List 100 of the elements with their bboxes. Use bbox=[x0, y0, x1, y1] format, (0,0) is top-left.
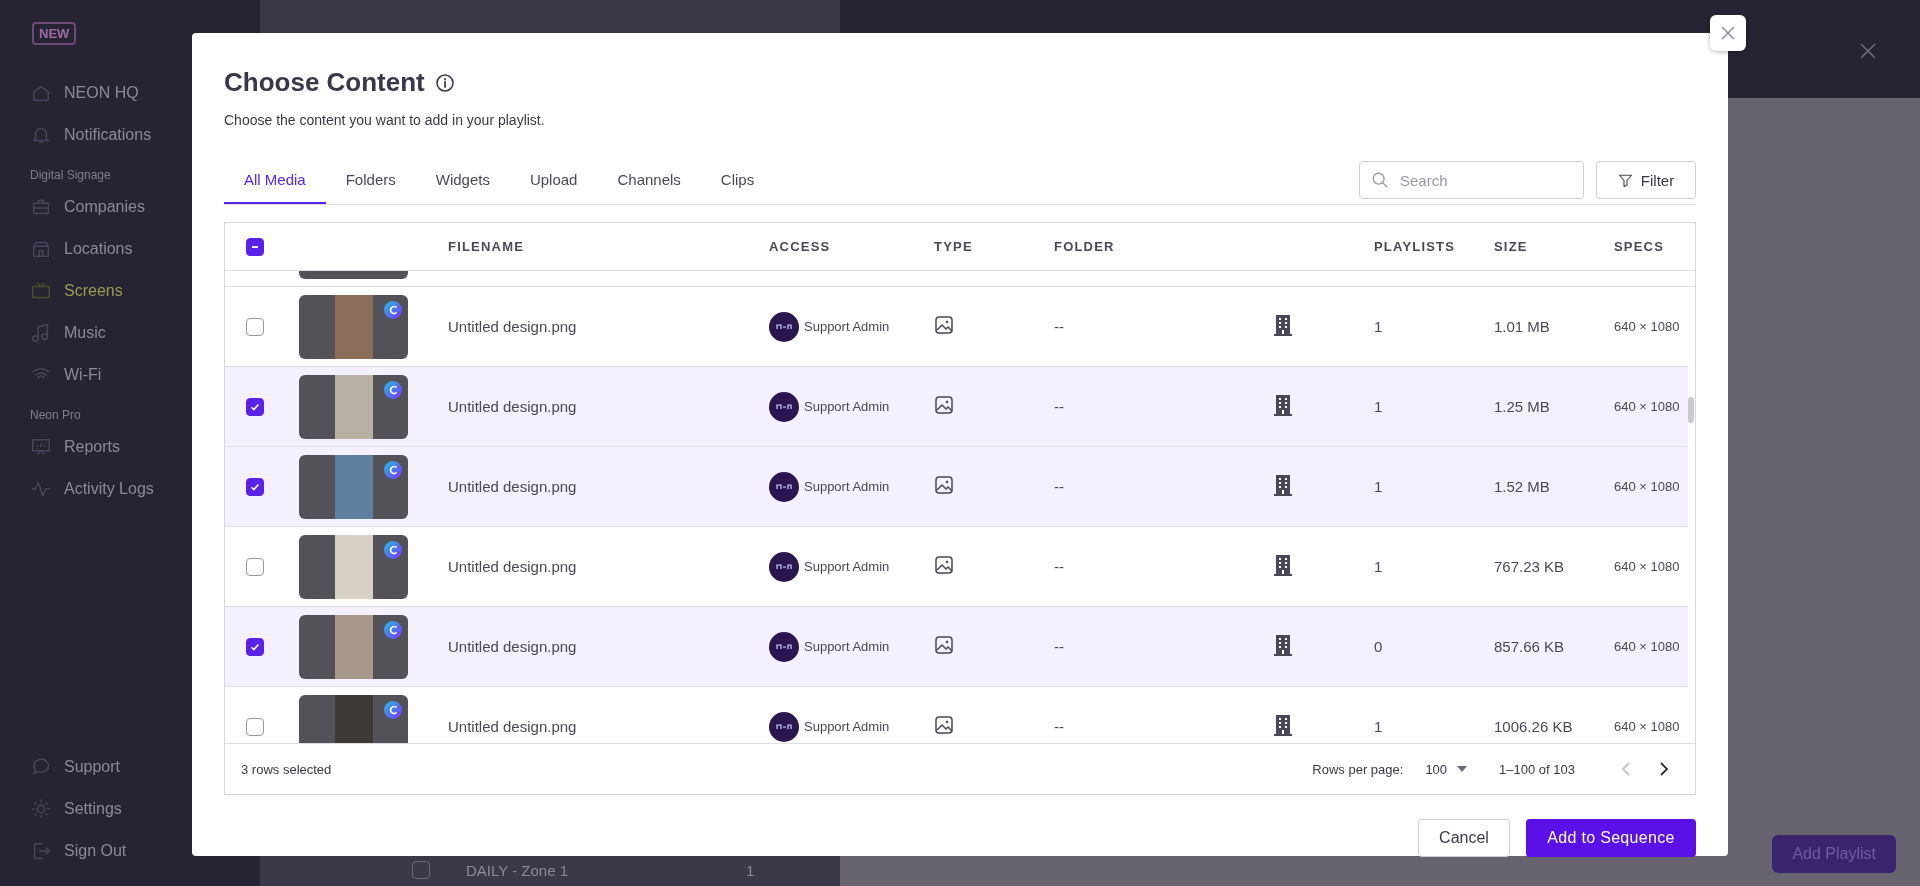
size-cell-text: 1006.26 KB bbox=[1494, 718, 1574, 735]
sidebar-item[interactable]: Notifications bbox=[64, 126, 152, 144]
badge-icon bbox=[384, 300, 402, 319]
sidebar-item[interactable]: Wi-Fi bbox=[64, 366, 102, 384]
filename-cell-text: Untitled design.png bbox=[448, 558, 578, 575]
sidebar-item[interactable]: NEON HQ bbox=[64, 84, 139, 102]
image-icon bbox=[934, 554, 954, 575]
filename-cell-text: Untitled design.png bbox=[448, 638, 578, 655]
specs-cell: 640 × 1080 bbox=[1614, 559, 1680, 574]
access-owner: Support Admin bbox=[804, 639, 890, 654]
sidebar-item[interactable]: Settings bbox=[64, 800, 122, 818]
photo-placeholder bbox=[334, 294, 373, 359]
page-range: 1–100 of 103 bbox=[1499, 761, 1575, 777]
row-checkbox[interactable] bbox=[246, 397, 264, 416]
chevron-right-icon bbox=[1659, 761, 1669, 777]
selection-count: 3 rows selected bbox=[241, 761, 333, 777]
dialog-subtitle: Choose the content you want to add in your playlist. bbox=[224, 112, 546, 128]
access-owner: Support Admin bbox=[804, 719, 890, 734]
playlists-cell-text: 1 bbox=[1374, 318, 1384, 335]
filename-cell-text: Untitled design.png bbox=[448, 398, 578, 415]
tab[interactable]: All Media bbox=[224, 157, 326, 204]
select-all-checkbox[interactable] bbox=[246, 237, 264, 256]
table-row[interactable]: Untitled design.png Support Admin -- 1 1.52 MB 640 × 1080 bbox=[225, 447, 1688, 527]
sidebar-item[interactable]: Sign Out bbox=[64, 842, 127, 860]
sidebar-item[interactable]: Companies bbox=[64, 198, 145, 216]
row-checkbox[interactable] bbox=[246, 557, 264, 576]
close-button[interactable] bbox=[1710, 15, 1746, 51]
column-header[interactable]: SIZE bbox=[1494, 239, 1614, 254]
size-cell-text: 857.66 KB bbox=[1494, 638, 1566, 655]
chevron-left-icon bbox=[1621, 761, 1631, 777]
table-row[interactable]: Untitled design.png Support Admin -- 1 1.25 MB 640 × 1080 bbox=[225, 367, 1688, 447]
row-checkbox[interactable] bbox=[246, 317, 264, 336]
row-checkbox[interactable] bbox=[246, 637, 264, 656]
tab[interactable]: Channels bbox=[597, 157, 701, 204]
avatar-icon bbox=[769, 551, 799, 582]
filename-cell-text: Untitled design.png bbox=[448, 478, 578, 495]
folder-cell-text: -- bbox=[1054, 718, 1065, 735]
rows-per-page-select[interactable]: 100 bbox=[1419, 760, 1474, 778]
folder-cell-text: -- bbox=[1054, 398, 1065, 415]
building-icon bbox=[1274, 633, 1292, 656]
filter-icon bbox=[1617, 172, 1633, 188]
row-checkbox[interactable] bbox=[246, 717, 264, 736]
table-row[interactable]: Untitled design.png Support Admin -- 1 1006.26 KB 640 × 1080 bbox=[225, 687, 1688, 743]
column-header[interactable]: FOLDER bbox=[1054, 239, 1274, 254]
add-to-sequence-button[interactable]: Add to Sequence bbox=[1526, 819, 1696, 857]
sidebar-item[interactable]: Activity Logs bbox=[64, 480, 154, 498]
building-icon bbox=[1274, 473, 1292, 496]
filter-button[interactable]: Filter bbox=[1596, 161, 1696, 199]
filename-cell-text: Untitled design.png bbox=[448, 318, 578, 335]
scrollbar-thumb[interactable] bbox=[1688, 397, 1694, 423]
tab[interactable]: Widgets bbox=[415, 157, 510, 204]
playlists-cell-text: 1 bbox=[1374, 478, 1384, 495]
tab[interactable]: Upload bbox=[509, 157, 598, 204]
column-header[interactable]: SPECS bbox=[1614, 239, 1665, 254]
sidebar-item[interactable]: Screens bbox=[64, 282, 123, 300]
sidebar-item[interactable]: Reports bbox=[64, 438, 121, 456]
badge-icon bbox=[384, 620, 402, 639]
access-owner: Support Admin bbox=[804, 479, 890, 494]
table-row[interactable]: Untitled design.png Support Admin -- 0 857.66 KB 640 × 1080 bbox=[225, 607, 1688, 687]
avatar-icon bbox=[769, 631, 799, 662]
photo-placeholder bbox=[334, 374, 373, 439]
playlists-cell-text: 1 bbox=[1374, 398, 1384, 415]
photo-placeholder bbox=[334, 534, 373, 599]
filename-cell-text: Untitled design.png bbox=[448, 718, 578, 735]
access-owner: Support Admin bbox=[804, 559, 890, 574]
badge-icon bbox=[384, 460, 402, 479]
close-icon bbox=[1720, 25, 1736, 41]
playlists-cell-text: 1 bbox=[1374, 558, 1384, 575]
building-icon bbox=[1274, 713, 1292, 736]
avatar-icon bbox=[769, 711, 799, 742]
badge-icon bbox=[384, 540, 402, 559]
tab[interactable]: Clips bbox=[700, 157, 775, 204]
row-checkbox[interactable] bbox=[246, 477, 264, 496]
column-header[interactable]: PLAYLISTS bbox=[1374, 239, 1494, 254]
cancel-button[interactable]: Cancel bbox=[1418, 819, 1510, 857]
sidebar-item[interactable]: Locations bbox=[64, 240, 133, 258]
image-icon bbox=[934, 474, 954, 495]
column-header[interactable]: ACCESS bbox=[769, 239, 934, 254]
specs-cell: 640 × 1080 bbox=[1614, 399, 1680, 414]
tab[interactable]: Folders bbox=[325, 157, 416, 204]
badge-icon bbox=[384, 700, 402, 719]
search-field[interactable]: Search bbox=[1359, 161, 1584, 199]
playlists-cell-text: 1 bbox=[1374, 718, 1384, 735]
sidebar-item[interactable]: Support bbox=[64, 758, 121, 776]
photo-placeholder bbox=[334, 614, 373, 679]
checkbox[interactable] bbox=[412, 861, 430, 879]
size-cell-text: 1.52 MB bbox=[1494, 478, 1551, 495]
column-header[interactable]: TYPE bbox=[934, 239, 1054, 254]
sidebar-item[interactable]: Music bbox=[64, 324, 106, 342]
info-icon[interactable] bbox=[434, 72, 455, 93]
specs-cell: 640 × 1080 bbox=[1614, 319, 1680, 334]
specs-cell: 640 × 1080 bbox=[1614, 719, 1680, 734]
folder-cell-text: -- bbox=[1054, 478, 1065, 495]
close-icon[interactable] bbox=[1858, 41, 1878, 61]
column-header[interactable]: FILENAME bbox=[448, 239, 769, 254]
search-icon bbox=[1371, 171, 1389, 189]
dialog-title: Choose Content bbox=[224, 67, 425, 98]
size-cell-text: 1.01 MB bbox=[1494, 318, 1551, 335]
size-cell-text: 767.23 KB bbox=[1494, 558, 1566, 575]
badge-icon bbox=[384, 380, 402, 399]
